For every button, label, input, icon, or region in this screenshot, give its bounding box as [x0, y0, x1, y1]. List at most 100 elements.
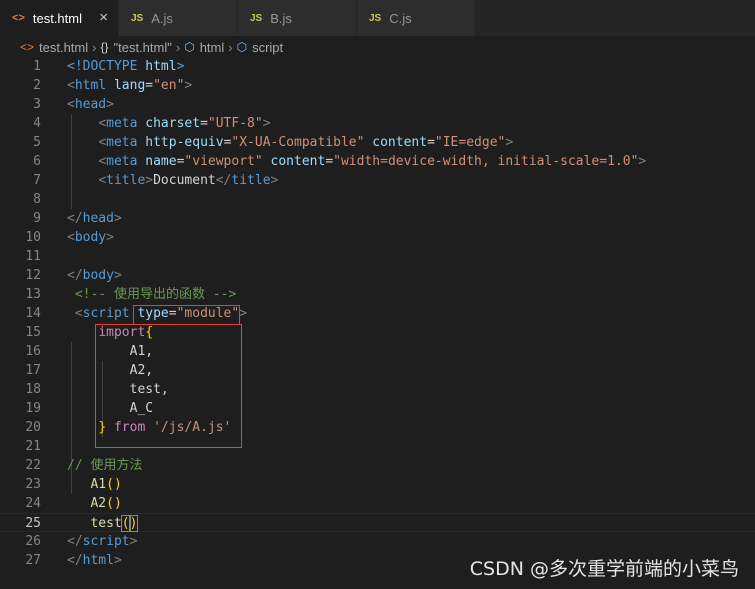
tag-bracket: > [239, 306, 248, 321]
tag-name: title [231, 173, 271, 188]
line-number: 22 [25, 458, 41, 473]
tab-label: C.js [389, 10, 412, 26]
line-number: 26 [25, 534, 41, 549]
tab-b-js[interactable]: JS B.js [238, 0, 357, 36]
highlight-box-import [95, 324, 242, 448]
breadcrumb-html-label: html [199, 39, 225, 55]
tag-bracket: < [98, 116, 107, 131]
tag-bracket: > [106, 230, 114, 245]
line-number: 6 [33, 154, 41, 169]
line-number: 7 [33, 173, 41, 188]
close-icon[interactable]: × [99, 9, 108, 26]
line-number: 15 [25, 325, 41, 340]
chevron-right-icon: › [92, 39, 97, 55]
attr-value: "viewport" [184, 154, 263, 169]
tab-bar-empty [476, 0, 755, 36]
tag-bracket: > [113, 268, 122, 283]
braces-icon: {} [100, 40, 109, 54]
breadcrumb-file[interactable]: <> test.html [20, 40, 88, 55]
breadcrumb-script[interactable]: ⬡ script [237, 40, 284, 55]
attr-name: content [270, 154, 326, 169]
tag-name: head [82, 211, 114, 226]
line-number: 8 [33, 192, 41, 207]
tag-bracket: </ [67, 268, 83, 283]
tag-bracket: </ [67, 553, 83, 568]
line-number: 10 [25, 230, 41, 245]
js-comment: // 使用方法 [67, 458, 143, 473]
js-file-icon: JS [131, 12, 144, 24]
tag-name: meta [106, 116, 138, 131]
tag-name: meta [106, 154, 138, 169]
tag-bracket: < [98, 135, 107, 150]
tag-bracket: </ [215, 173, 232, 188]
attr-name: lang [113, 78, 146, 93]
equals: = [200, 116, 208, 131]
bracket-match: ) [128, 515, 139, 532]
code-line: 26 </script> [0, 532, 755, 551]
code-line: 2 <html lang="en"> [0, 76, 755, 95]
code-line: 4 <meta charset="UTF-8"> [0, 114, 755, 133]
tag-bracket: > [129, 534, 138, 549]
line-number: 11 [25, 249, 41, 264]
equals: = [427, 135, 435, 150]
tag-bracket: </ [67, 534, 83, 549]
code-line: 13 <!-- 使用导出的函数 --> [0, 285, 755, 304]
line-number: 3 [33, 97, 41, 112]
tag-bracket: > [113, 553, 122, 568]
line-number: 17 [25, 363, 41, 378]
tab-a-js[interactable]: JS A.js [119, 0, 238, 36]
tag-name: title [106, 173, 146, 188]
code-line: 10 <body> [0, 228, 755, 247]
watermark: CSDN @多次重学前端的小菜鸟 [469, 558, 739, 580]
line-number: 13 [25, 287, 41, 302]
function-call: A1 [90, 477, 107, 492]
code-line: 14 <script type="module"> [0, 304, 755, 323]
doctype-html-token: html [145, 59, 177, 74]
tag-bracket: < [67, 78, 75, 93]
tag-bracket: > [262, 116, 271, 131]
bracket-match: ( [120, 515, 131, 532]
tag-bracket: < [98, 173, 107, 188]
line-number: 21 [25, 439, 41, 454]
code-editor[interactable]: 1 <!DOCTYPE html> 2 <html lang="en"> 3 <hea… [0, 57, 755, 589]
tag-name: script [82, 306, 130, 321]
js-file-icon: JS [250, 12, 263, 24]
line-number: 12 [25, 268, 41, 283]
breadcrumb: <> test.html › {} "test.html" › ⬡ html ›… [0, 36, 755, 58]
tab-test-html[interactable]: <> test.html × [0, 0, 119, 36]
breadcrumb-node[interactable]: {} "test.html" [100, 40, 171, 55]
line-number: 4 [33, 116, 41, 131]
tab-label: test.html [32, 10, 82, 26]
tab-label: A.js [151, 10, 173, 26]
tag-name: head [74, 97, 107, 112]
code-line: 23 A1() [0, 475, 755, 494]
line-number: 1 [33, 59, 41, 74]
tag-name: meta [106, 135, 138, 150]
line-number: 19 [25, 401, 41, 416]
tab-c-js[interactable]: JS C.js [357, 0, 476, 36]
js-file-icon: JS [369, 12, 382, 24]
breadcrumb-html[interactable]: ⬡ html [184, 40, 224, 55]
attr-value: "IE=edge" [434, 135, 506, 150]
equals: = [145, 78, 154, 93]
tag-bracket: < [98, 154, 107, 169]
line-number: 9 [33, 211, 41, 226]
code-line: 22 // 使用方法 [0, 456, 755, 475]
line-number: 2 [33, 78, 41, 93]
tag-bracket: > [184, 78, 193, 93]
line-number: 23 [25, 477, 41, 492]
attr-name: http-equiv [145, 135, 224, 150]
tag-bracket: > [106, 97, 114, 112]
code-line: 9 </head> [0, 209, 755, 228]
equals: = [325, 154, 334, 169]
tag-bracket: < [67, 230, 75, 245]
attr-value: "X-UA-Compatible" [231, 135, 365, 150]
attr-value: "UTF-8" [207, 116, 263, 131]
code-line: 12 </body> [0, 266, 755, 285]
tag-name: script [82, 534, 130, 549]
tag-name: body [74, 230, 107, 245]
line-number: 20 [25, 420, 41, 435]
tag-bracket: > [145, 173, 154, 188]
breadcrumb-file-label: test.html [39, 39, 89, 55]
tag-bracket: > [270, 173, 279, 188]
